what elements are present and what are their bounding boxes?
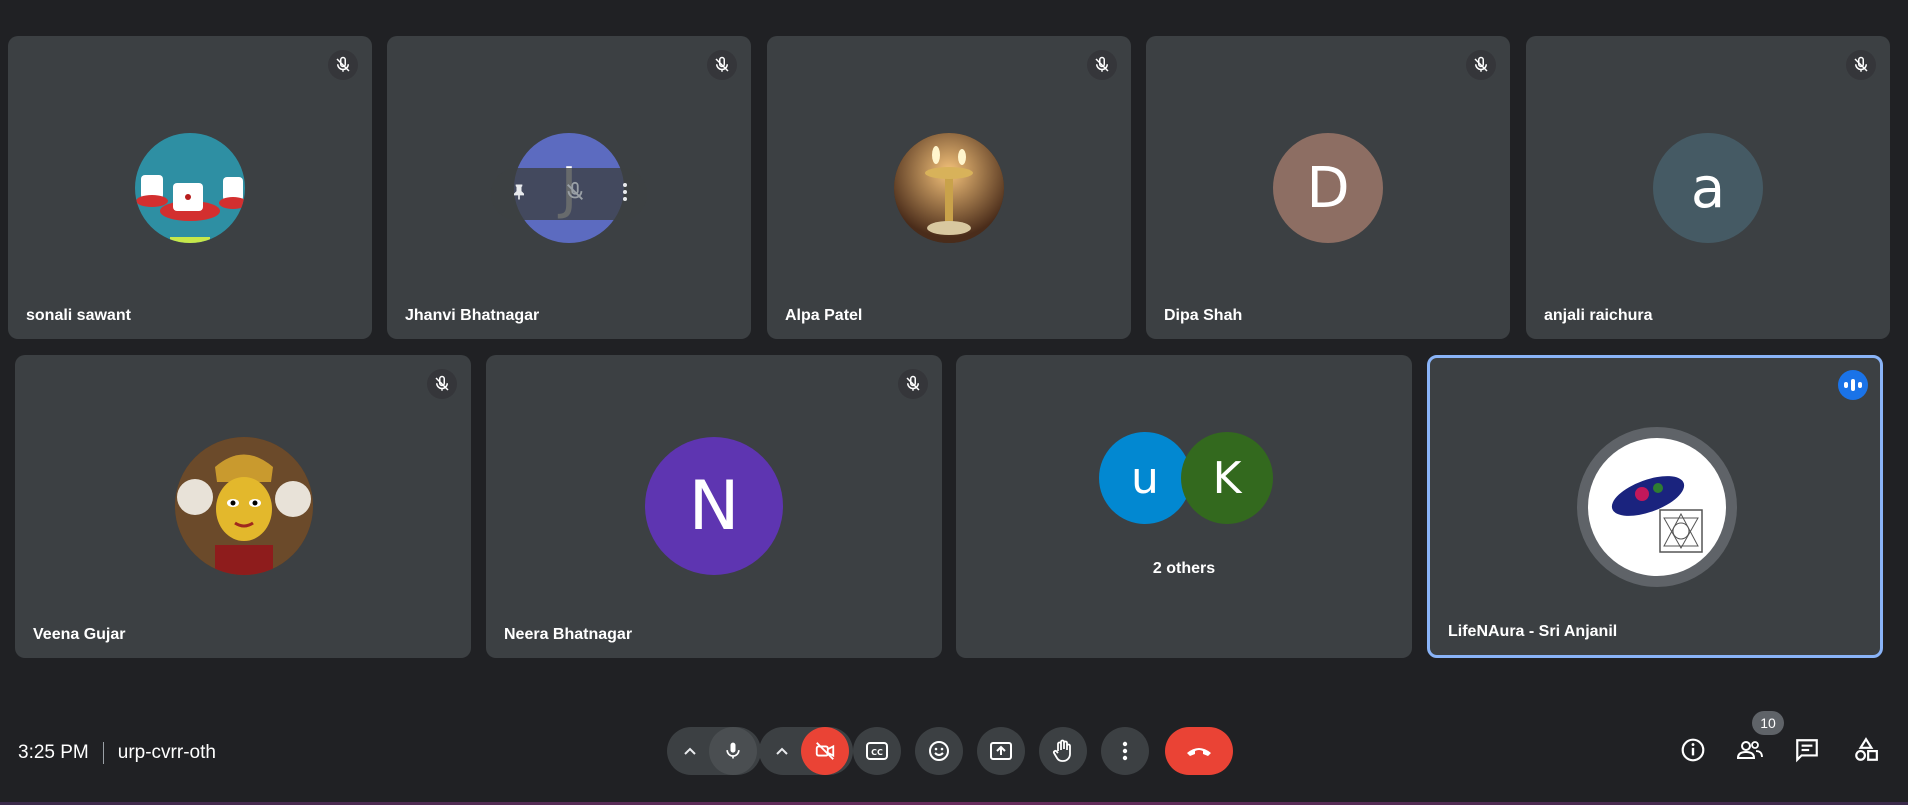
speaking-indicator-icon: [1838, 370, 1868, 400]
participant-tile[interactable]: a anjali raichura: [1526, 36, 1890, 339]
microphone-control: [667, 727, 761, 775]
avatar-image: [175, 437, 313, 575]
avatar-letter: D: [1273, 133, 1383, 243]
participant-tile-active-speaker[interactable]: LifeNAura - Sri Anjanil: [1427, 355, 1883, 658]
participant-name: Neera Bhatnagar: [504, 626, 633, 643]
mic-off-icon: [328, 50, 358, 80]
participant-tile[interactable]: J Jhanvi Bhatnagar: [387, 36, 751, 339]
meeting-details-button[interactable]: [1673, 730, 1713, 770]
participant-tile[interactable]: N Neera Bhatnagar: [486, 355, 942, 658]
people-button[interactable]: [1730, 730, 1770, 770]
participant-name: anjali raichura: [1544, 307, 1653, 324]
more-options-button[interactable]: [1101, 727, 1149, 775]
more-options-icon[interactable]: [621, 182, 629, 207]
avatar-letter: K: [1181, 432, 1273, 524]
activities-button[interactable]: [1846, 730, 1886, 770]
mic-off-icon: [1846, 50, 1876, 80]
participant-name: Dipa Shah: [1164, 307, 1243, 324]
divider: [102, 742, 104, 764]
participant-tile[interactable]: Veena Gujar: [15, 355, 471, 658]
mic-off-icon: [1466, 50, 1496, 80]
avatar-image: [1577, 427, 1737, 587]
people-icon: [1736, 741, 1763, 759]
chat-icon: [1796, 739, 1818, 763]
camera-toggle-button[interactable]: [801, 727, 849, 775]
participant-tile[interactable]: sonali sawant: [8, 36, 372, 339]
hand-icon: [1052, 739, 1071, 762]
others-tile[interactable]: u K 2 others: [956, 355, 1412, 658]
avatar-image: [135, 133, 245, 243]
participant-grid: sonali sawant J Jhanvi Bhatnagar: [0, 0, 1908, 680]
chat-button[interactable]: [1787, 730, 1827, 770]
video-settings-chevron-icon[interactable]: [763, 746, 801, 756]
present-screen-icon: [990, 742, 1012, 760]
info-icon: [1681, 738, 1705, 762]
mic-icon: [726, 742, 740, 759]
raise-hand-button[interactable]: [1039, 727, 1087, 775]
participant-name: LifeNAura - Sri Anjanil: [1448, 623, 1618, 640]
tile-hover-controls: [491, 168, 647, 220]
participant-tile[interactable]: D Dipa Shah: [1146, 36, 1510, 339]
mute-participant-icon[interactable]: [564, 181, 586, 208]
captions-icon: CC: [866, 742, 888, 760]
meeting-controls-bar: 3:25 PM urp-cvrr-oth CC 10: [0, 700, 1908, 805]
mic-off-icon: [427, 369, 457, 399]
participant-name: sonali sawant: [26, 307, 131, 324]
more-vert-icon: [1122, 741, 1128, 761]
camera-control: [759, 727, 853, 775]
camera-off-icon: [815, 742, 835, 760]
others-count-label: 2 others: [1152, 560, 1216, 577]
hang-up-icon: [1187, 748, 1211, 756]
mic-off-icon: [898, 369, 928, 399]
captions-button[interactable]: CC: [853, 727, 901, 775]
avatar-image: [894, 133, 1004, 243]
emoji-icon: [929, 741, 949, 761]
meeting-time: 3:25 PM: [18, 742, 89, 763]
mic-off-icon: [707, 50, 737, 80]
microphone-button[interactable]: [709, 727, 757, 775]
meeting-code: urp-cvrr-oth: [117, 742, 216, 763]
audio-settings-chevron-icon[interactable]: [671, 746, 709, 756]
participant-name: Jhanvi Bhatnagar: [405, 307, 540, 324]
svg-text:CC: CC: [871, 748, 883, 757]
leave-call-button[interactable]: [1165, 727, 1233, 775]
meeting-details: 3:25 PM urp-cvrr-oth: [18, 742, 216, 764]
avatar-letter: u: [1099, 432, 1191, 524]
pin-icon[interactable]: [509, 182, 529, 207]
avatar-letter: a: [1653, 133, 1763, 243]
participant-tile[interactable]: Alpa Patel: [767, 36, 1131, 339]
participant-name: Alpa Patel: [785, 307, 863, 324]
avatar-letter: N: [645, 437, 783, 575]
mic-off-icon: [1087, 50, 1117, 80]
reactions-button[interactable]: [915, 727, 963, 775]
activities-icon: [1855, 737, 1878, 761]
present-now-button[interactable]: [977, 727, 1025, 775]
participant-name: Veena Gujar: [33, 626, 126, 643]
